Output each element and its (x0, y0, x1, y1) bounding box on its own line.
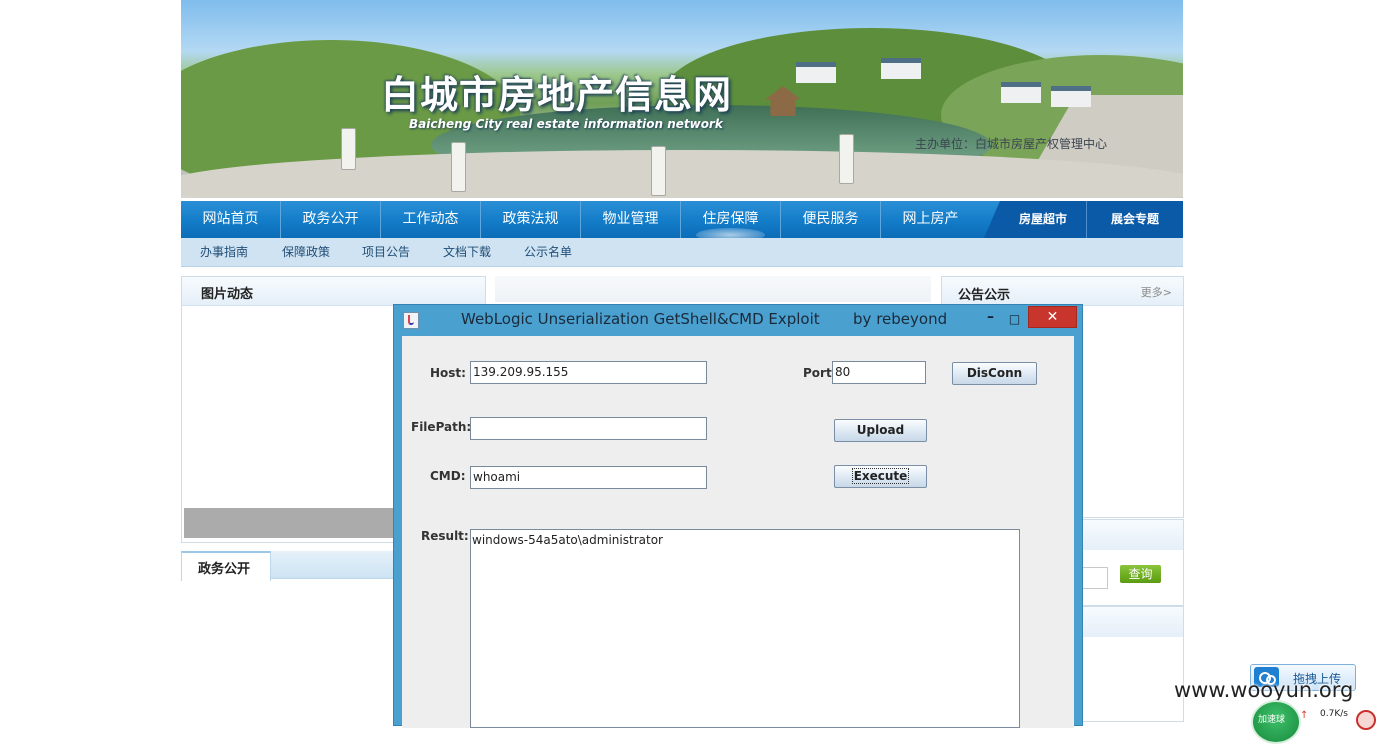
host-label: Host: (430, 366, 466, 380)
minimize-button[interactable]: – (983, 307, 998, 327)
gauge-icon (1356, 710, 1376, 730)
result-label: Result: (421, 529, 469, 543)
maximize-button[interactable]: □ (1008, 309, 1021, 329)
execute-button[interactable]: Execute (834, 465, 927, 488)
sub-nav: 办事指南 保障政策 项目公告 文档下载 公示名单 (181, 238, 1183, 267)
close-button[interactable]: ✕ (1028, 306, 1077, 328)
panel-title-notice: 公告公示 (958, 288, 1011, 303)
subnav-item-security-policy[interactable]: 保障政策 (282, 238, 330, 266)
nav-item-public-service[interactable]: 便民服务 (781, 201, 881, 238)
upload-arrow-icon: ↑ (1300, 710, 1309, 721)
nav-item-property-mgmt[interactable]: 物业管理 (581, 201, 681, 238)
host-organization: 主办单位：白城市房屋产权管理中心 (915, 137, 1108, 151)
host-input[interactable]: 139.209.95.155 (470, 361, 707, 384)
site-title: 白城市房地产信息网 (381, 72, 733, 117)
subnav-item-guide[interactable]: 办事指南 (200, 238, 248, 266)
subnav-item-downloads[interactable]: 文档下载 (443, 238, 491, 266)
query-button[interactable]: 查询 (1120, 565, 1161, 583)
upload-button[interactable]: Upload (834, 419, 927, 442)
wooyun-watermark: www.wooyun.org (1174, 678, 1354, 702)
nav-item-home[interactable]: 网站首页 (181, 201, 281, 238)
disconnect-button[interactable]: DisConn (952, 362, 1037, 385)
port-input[interactable]: 80 (832, 361, 926, 384)
main-nav: 网站首页 政务公开 工作动态 政策法规 物业管理 住房保障 便民服务 网上房产 … (181, 201, 1183, 242)
center-slider-strip (495, 276, 931, 302)
nav-item-expo-topics[interactable]: 展会专题 (1087, 201, 1183, 238)
site-subtitle: Baicheng City real estate information ne… (409, 117, 723, 131)
window-title: WebLogic Unserialization GetShell&CMD Ex… (461, 310, 948, 328)
subnav-item-public-list[interactable]: 公示名单 (524, 238, 572, 266)
window-titlebar[interactable]: WebLogic Unserialization GetShell&CMD Ex… (394, 305, 1082, 335)
nav-item-housing-security[interactable]: 住房保障 (681, 201, 781, 242)
nav-item-work-news[interactable]: 工作动态 (381, 201, 481, 238)
subnav-item-project-notice[interactable]: 项目公告 (362, 238, 410, 266)
nav-right-group: 房屋超市 展会专题 (984, 201, 1183, 238)
exploit-window: WebLogic Unserialization GetShell&CMD Ex… (393, 304, 1083, 728)
filepath-input[interactable] (470, 417, 707, 440)
filepath-label: FilePath: (411, 420, 472, 434)
nav-item-policy[interactable]: 政策法规 (481, 201, 581, 238)
nav-item-online-property[interactable]: 网上房产 (881, 201, 980, 238)
site-banner: 白城市房地产信息网 Baicheng City real estate info… (181, 0, 1183, 198)
java-cup-icon (403, 312, 419, 329)
nav-item-gov-affairs[interactable]: 政务公开 (281, 201, 381, 238)
panel-title-photo-news: 图片动态 (201, 287, 254, 302)
speed-ball-label: 加速球 (1258, 715, 1286, 725)
tab-gov-affairs[interactable]: 政务公开 (181, 551, 271, 581)
cmd-input[interactable]: whoami (470, 466, 707, 489)
upload-speed: 0.7K/s (1320, 709, 1348, 719)
notice-more-link[interactable]: 更多> (1141, 284, 1172, 300)
result-textarea[interactable]: windows-54a5ato\administrator (470, 529, 1020, 728)
cmd-label: CMD: (430, 469, 466, 483)
window-content: Host: 139.209.95.155 Port: 80 DisConn Fi… (402, 336, 1074, 728)
nav-item-housing-market[interactable]: 房屋超市 (1000, 201, 1087, 238)
